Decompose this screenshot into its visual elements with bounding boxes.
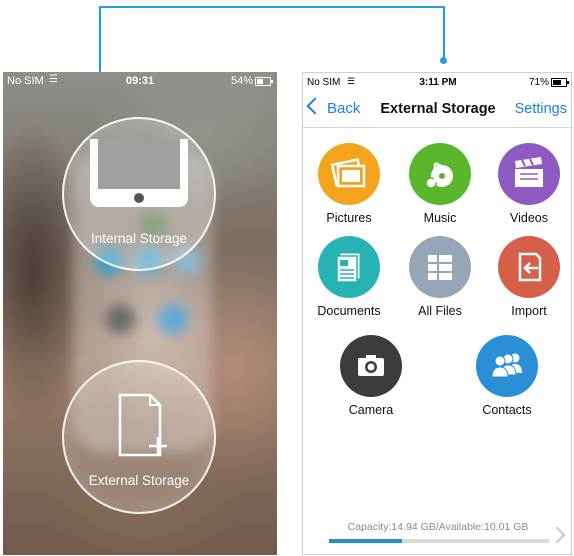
external-storage-button[interactable]: External Storage [62, 360, 216, 514]
tile-label: Pictures [326, 211, 372, 225]
capacity-bar [329, 539, 549, 543]
status-bar: No SIM ☰ 3:11 PM 71% [303, 73, 571, 93]
status-bar: No SIM ☰ 09:31 54% [3, 72, 277, 92]
tile-import[interactable]: Import [484, 236, 571, 318]
tile-contacts[interactable]: Contacts [462, 335, 552, 417]
tile-label: Videos [510, 211, 548, 225]
tile-camera[interactable]: Camera [326, 335, 416, 417]
tile-videos[interactable]: Videos [484, 143, 571, 225]
tile-label: Import [511, 304, 547, 318]
contacts-icon [476, 335, 538, 397]
settings-button[interactable]: Settings [515, 101, 567, 117]
battery-percent: 71% [528, 77, 549, 88]
background-blur [105, 304, 135, 334]
battery-icon [551, 78, 569, 87]
capacity-bar-fill [329, 539, 402, 543]
navigation-bar: Back External Storage Settings [303, 93, 571, 128]
videos-icon [498, 143, 560, 205]
documents-icon [318, 236, 380, 298]
right-phone-screen: No SIM ☰ 3:11 PM 71% Back External Stora… [302, 72, 572, 555]
import-icon [498, 236, 560, 298]
tile-pictures[interactable]: Pictures [304, 143, 394, 225]
pictures-icon [318, 143, 380, 205]
phone-icon [90, 139, 188, 207]
camera-icon [340, 335, 402, 397]
add-file-icon [118, 393, 167, 457]
battery-percent: 54% [230, 75, 253, 87]
external-storage-label: External Storage [88, 473, 190, 488]
left-phone-screen: No SIM ☰ 09:31 54% Internal Storage Exte… [3, 72, 277, 555]
tile-label: Documents [317, 304, 381, 318]
tile-label: Contacts [482, 403, 532, 417]
internal-storage-button[interactable]: Internal Storage [62, 117, 216, 271]
connector-line-top [99, 6, 444, 8]
background-blur [158, 304, 188, 334]
battery-fill [553, 80, 561, 85]
tile-label: Camera [348, 403, 394, 417]
tile-all-files[interactable]: All Files [395, 236, 485, 318]
all-files-icon [409, 236, 471, 298]
tile-label: Music [423, 211, 457, 225]
internal-storage-label: Internal Storage [90, 231, 188, 246]
tile-music[interactable]: Music [395, 143, 485, 225]
capacity-text: Capacity:14.94 GB/Available:10.01 GB [347, 521, 529, 533]
tile-documents[interactable]: Documents [304, 236, 394, 318]
tile-label: All Files [418, 304, 462, 318]
battery-fill [257, 79, 263, 84]
music-icon [409, 143, 471, 205]
battery-icon [255, 77, 273, 86]
connector-line-right [443, 6, 445, 58]
connector-dot [440, 57, 447, 64]
